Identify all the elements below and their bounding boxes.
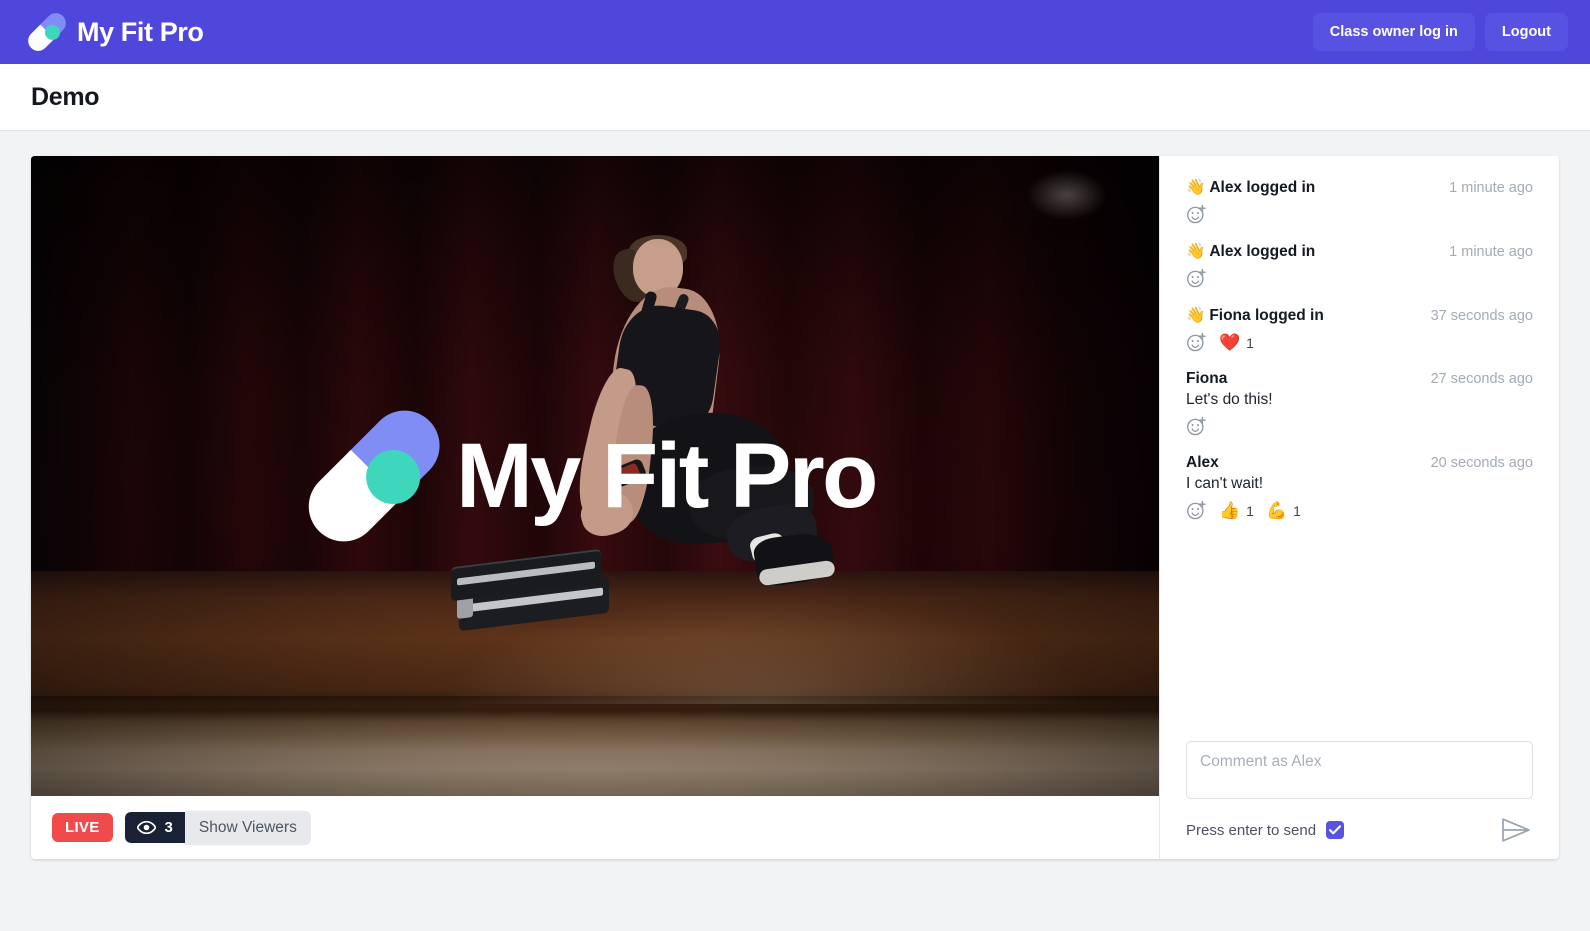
chat-message-header: 👋 Alex logged in 1 minute ago	[1186, 178, 1533, 197]
video-status-bar: LIVE 3 Show Viewers	[31, 796, 1159, 859]
video-logo-overlay: My Fit Pro	[294, 396, 878, 556]
add-reaction-icon[interactable]	[1186, 204, 1207, 225]
chat-message-body: Let's do this!	[1186, 391, 1273, 408]
chat-message-timestamp: 1 minute ago	[1449, 244, 1533, 260]
reaction-heart[interactable]: ❤️ 1	[1219, 334, 1254, 351]
brand-name: My Fit Pro	[77, 16, 204, 47]
send-paper-plane-icon	[1502, 818, 1530, 842]
chat-message-author: 👋 Alex logged in	[1186, 179, 1316, 196]
flexed-biceps-emoji-icon: 💪	[1265, 501, 1288, 520]
chat-feed[interactable]: 👋 Alex logged in 1 minute ago 👋 Alex log…	[1160, 156, 1559, 741]
comment-input[interactable]	[1186, 741, 1533, 799]
chat-message-reactions: 👍 1 💪 1	[1186, 500, 1533, 521]
thumbsup-emoji-icon: 👍	[1219, 501, 1241, 520]
main-stage: My Fit Pro LIVE 3 Show Viewers 👋 Alex lo…	[0, 131, 1590, 884]
reaction-count: 1	[1246, 334, 1254, 351]
logout-button[interactable]: Logout	[1484, 13, 1568, 51]
show-viewers-button[interactable]: Show Viewers	[184, 810, 311, 845]
class-owner-login-button[interactable]: Class owner log in	[1312, 13, 1475, 51]
send-button[interactable]	[1499, 817, 1533, 843]
top-navbar: My Fit Pro Class owner log in Logout	[0, 0, 1590, 64]
chat-message: Alex 20 seconds ago I can't wait! 👍 1 💪 …	[1186, 454, 1533, 521]
reaction-count: 1	[1293, 502, 1301, 519]
add-reaction-icon[interactable]	[1186, 268, 1207, 289]
chat-message-reactions	[1186, 268, 1533, 289]
checkmark-icon	[1329, 825, 1342, 835]
press-enter-checkbox[interactable]	[1326, 821, 1345, 839]
chat-message-timestamp: 20 seconds ago	[1430, 455, 1533, 471]
chat-panel: 👋 Alex logged in 1 minute ago 👋 Alex log…	[1159, 156, 1559, 859]
viewer-count-value: 3	[164, 819, 173, 836]
live-badge: LIVE	[52, 813, 113, 842]
wave-emoji-icon: 👋	[1186, 307, 1206, 324]
chat-message-reactions: ❤️ 1	[1186, 332, 1533, 353]
chat-message-timestamp: 1 minute ago	[1449, 180, 1533, 196]
chat-message-header: Alex 20 seconds ago	[1186, 454, 1533, 472]
composer-actions: Press enter to send	[1186, 817, 1533, 843]
chat-message-reactions	[1186, 204, 1533, 225]
viewer-count-badge: 3	[124, 812, 185, 843]
eye-icon	[136, 821, 156, 834]
nav-actions: Class owner log in Logout	[1312, 13, 1568, 51]
chat-message-author: Alex	[1186, 454, 1219, 471]
chat-message-timestamp: 27 seconds ago	[1430, 371, 1533, 387]
video-column: My Fit Pro LIVE 3 Show Viewers	[31, 156, 1159, 859]
video-wordmark: My Fit Pro	[456, 425, 878, 527]
capsule-logo-icon	[294, 396, 455, 556]
chat-message: 👋 Alex logged in 1 minute ago	[1186, 242, 1533, 289]
reaction-flexed-biceps[interactable]: 💪 1	[1266, 502, 1301, 519]
chat-message-header: 👋 Fiona logged in 37 seconds ago	[1186, 306, 1533, 325]
chat-message-author: Fiona	[1186, 370, 1228, 387]
chat-message-header: 👋 Alex logged in 1 minute ago	[1186, 242, 1533, 261]
wave-emoji-icon: 👋	[1186, 243, 1206, 260]
chat-message-header: Fiona 27 seconds ago	[1186, 370, 1533, 388]
wave-emoji-icon: 👋	[1186, 179, 1206, 196]
heart-emoji-icon: ❤️	[1219, 333, 1241, 352]
brand-logo[interactable]: My Fit Pro	[24, 9, 204, 55]
viewers-group: 3 Show Viewers	[124, 810, 311, 845]
page-title-bar: Demo	[0, 64, 1590, 131]
chat-message: 👋 Fiona logged in 37 seconds ago ❤️ 1	[1186, 306, 1533, 353]
chat-message: Fiona 27 seconds ago Let's do this!	[1186, 370, 1533, 437]
chat-message-body: I can't wait!	[1186, 475, 1264, 492]
chat-composer: Press enter to send	[1160, 741, 1559, 859]
stream-card: My Fit Pro LIVE 3 Show Viewers 👋 Alex lo…	[31, 156, 1559, 859]
chat-message: 👋 Alex logged in 1 minute ago	[1186, 178, 1533, 225]
chat-message-timestamp: 37 seconds ago	[1430, 308, 1533, 324]
add-reaction-icon[interactable]	[1186, 332, 1207, 353]
chat-message-reactions	[1186, 416, 1533, 437]
video-player[interactable]: My Fit Pro	[31, 156, 1159, 796]
add-reaction-icon[interactable]	[1186, 416, 1207, 437]
press-enter-to-send[interactable]: Press enter to send	[1186, 821, 1345, 839]
add-reaction-icon[interactable]	[1186, 500, 1207, 521]
chat-message-author: 👋 Alex logged in	[1186, 243, 1316, 260]
chat-message-author: 👋 Fiona logged in	[1186, 307, 1324, 324]
reaction-thumbsup[interactable]: 👍 1	[1219, 502, 1254, 519]
page-title: Demo	[31, 82, 100, 111]
reaction-count: 1	[1246, 502, 1254, 519]
capsule-logo-icon	[24, 9, 70, 55]
press-enter-label: Press enter to send	[1186, 821, 1317, 839]
